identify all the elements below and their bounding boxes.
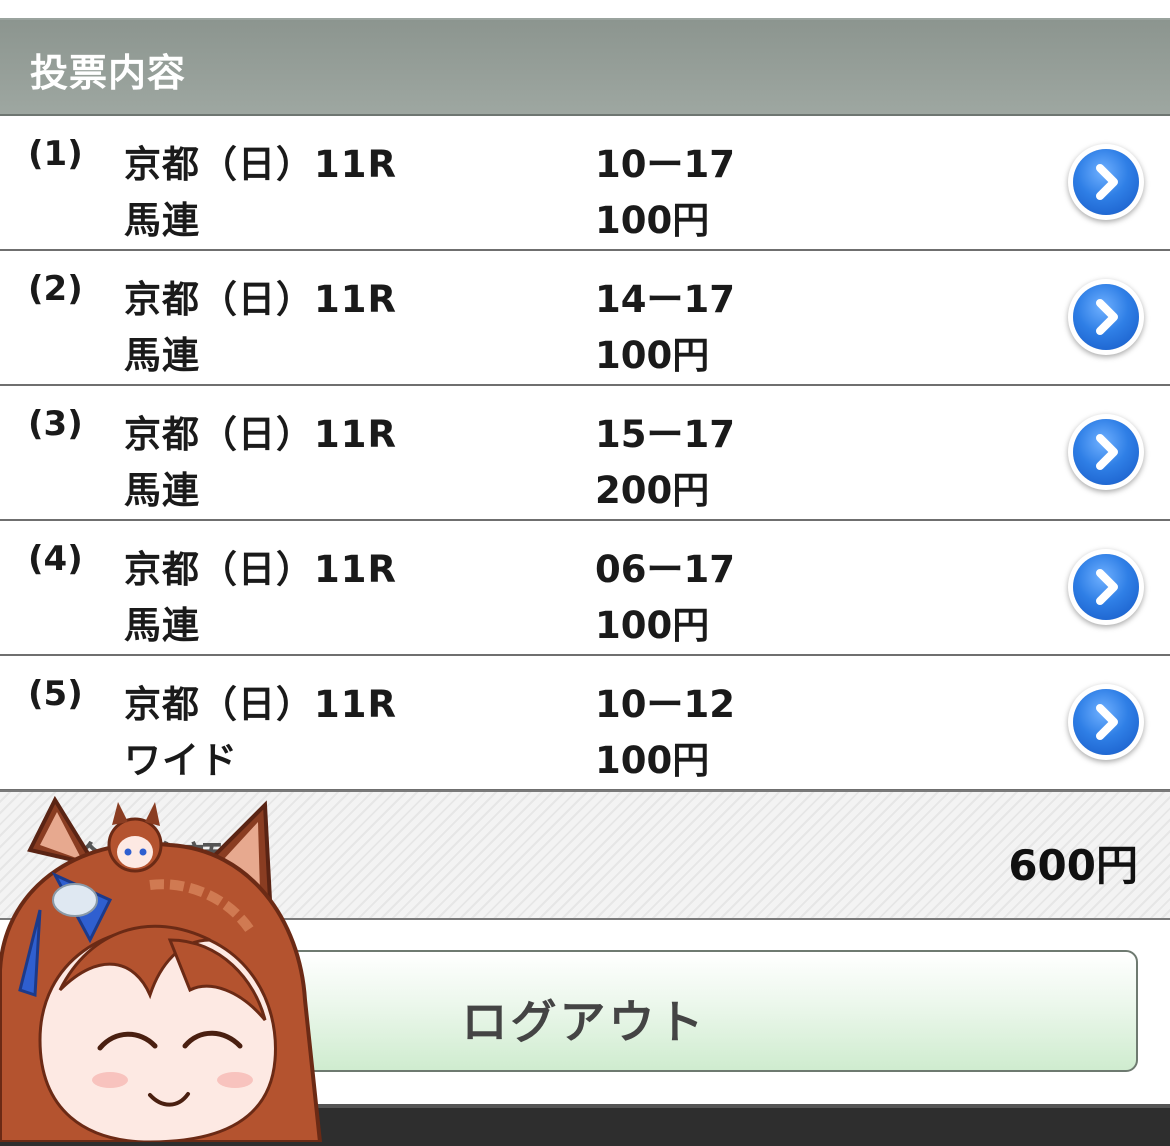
bet-amount: 200円 bbox=[595, 469, 710, 512]
bet-combination: 14ー17 bbox=[595, 278, 735, 321]
bet-row[interactable]: (1) 京都（日）11R 馬連 10ー17 100円 bbox=[0, 116, 1170, 251]
top-strip bbox=[0, 0, 1170, 20]
chevron-right-circle-icon[interactable] bbox=[1073, 284, 1139, 350]
bet-race: 京都（日）11R bbox=[124, 143, 397, 186]
chevron-right-circle-icon[interactable] bbox=[1073, 554, 1139, 620]
bet-combination: 06ー17 bbox=[595, 548, 735, 591]
bet-race: 京都（日）11R bbox=[124, 278, 397, 321]
bet-list: (1) 京都（日）11R 馬連 10ー17 100円 (2) 京都（日）11R … bbox=[0, 116, 1170, 791]
bet-number: (5) bbox=[28, 674, 83, 714]
bet-race: 京都（日）11R bbox=[124, 548, 397, 591]
bet-number: (2) bbox=[28, 269, 83, 309]
bet-type: 馬連 bbox=[124, 334, 200, 377]
bet-race: 京都（日）11R bbox=[124, 413, 397, 456]
bet-type: 馬連 bbox=[124, 469, 200, 512]
bet-combination: 10ー12 bbox=[595, 683, 735, 726]
bet-amount: 100円 bbox=[595, 604, 710, 647]
mascot-sticker bbox=[0, 795, 323, 1142]
bet-row[interactable]: (4) 京都（日）11R 馬連 06ー17 100円 bbox=[0, 521, 1170, 656]
bet-amount: 100円 bbox=[595, 739, 710, 782]
section-header: 投票内容 bbox=[0, 20, 1170, 116]
bet-type: 馬連 bbox=[124, 604, 200, 647]
bet-amount: 100円 bbox=[595, 334, 710, 377]
bet-row[interactable]: (2) 京都（日）11R 馬連 14ー17 100円 bbox=[0, 251, 1170, 386]
bet-type: 馬連 bbox=[124, 199, 200, 242]
chevron-right-circle-icon[interactable] bbox=[1073, 689, 1139, 755]
bet-number: (1) bbox=[28, 134, 83, 174]
bet-type: ワイド bbox=[124, 739, 238, 782]
bet-amount: 100円 bbox=[595, 199, 710, 242]
bet-combination: 10ー17 bbox=[595, 143, 735, 186]
bet-combination: 15ー17 bbox=[595, 413, 735, 456]
bet-number: (4) bbox=[28, 539, 83, 579]
bet-row[interactable]: (5) 京都（日）11R ワイド 10ー12 100円 bbox=[0, 656, 1170, 791]
section-title: 投票内容 bbox=[30, 51, 187, 95]
chevron-right-circle-icon[interactable] bbox=[1073, 149, 1139, 215]
chevron-right-circle-icon[interactable] bbox=[1073, 419, 1139, 485]
bet-number: (3) bbox=[28, 404, 83, 444]
bet-race: 京都（日）11R bbox=[124, 683, 397, 726]
bet-row[interactable]: (3) 京都（日）11R 馬連 15ー17 200円 bbox=[0, 386, 1170, 521]
total-amount: 600円 bbox=[1008, 841, 1138, 890]
